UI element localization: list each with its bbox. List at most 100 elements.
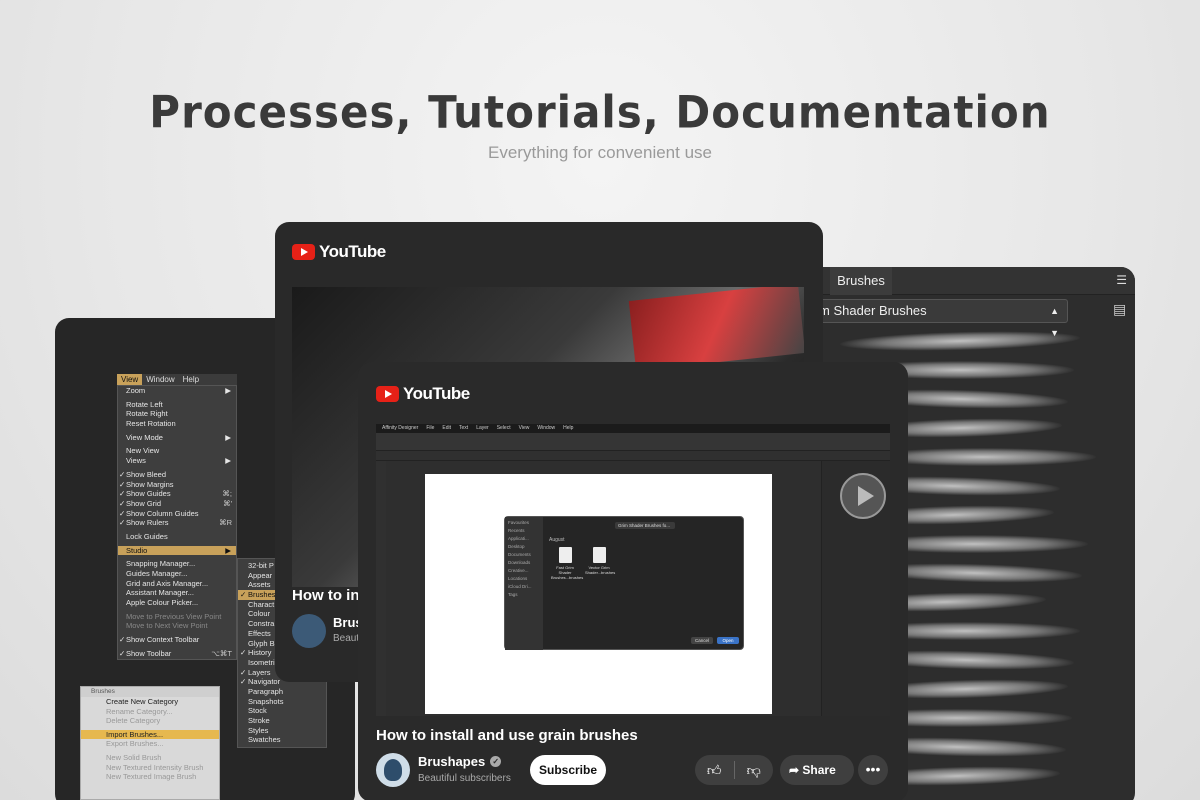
brushes-panel-tabs: Brushes ☰ — [790, 267, 1135, 295]
checkmark-icon: ✓ — [119, 469, 126, 479]
menu-item[interactable]: Create New Category — [81, 697, 219, 707]
avatar[interactable] — [376, 753, 410, 787]
menu-item[interactable]: Assistant Manager... — [118, 588, 236, 598]
checkmark-icon: ✓ — [119, 518, 126, 528]
menu-item[interactable]: New View — [118, 446, 236, 456]
share-button[interactable]: ➦ Share — [780, 755, 854, 785]
open-button: Open — [717, 637, 739, 644]
app-menu-item: Window — [537, 425, 556, 431]
submenu-item-label: Charact — [248, 599, 275, 609]
menu-item[interactable]: ✓ Show Bleed — [118, 470, 236, 480]
app-menu-item: Text — [459, 425, 469, 431]
menu-item[interactable]: Rotate Left — [118, 400, 236, 410]
dialog-sidebar-item: Documents — [508, 552, 531, 557]
like-dislike-group: 👍︎ 👎︎ — [695, 755, 773, 785]
tab-brushes[interactable]: Brushes — [830, 267, 892, 295]
submenu-item[interactable]: Paragraph — [238, 687, 326, 697]
open-file-dialog: Favourites Recents Applicati... Desktop Docu… — [504, 516, 744, 650]
submenu-item-label: Swatches — [248, 735, 281, 745]
subscriber-count: Beautiful subscribers — [418, 773, 511, 784]
brushes-context-menu: Brushes Create New Category Rename Catego… — [80, 686, 220, 800]
more-options-button[interactable]: ••• — [858, 755, 888, 785]
app-menu-item: Affinity Designer — [382, 425, 419, 431]
app-menubar: Affinity Designer File Edit Text Layer Select… — [376, 424, 890, 433]
menu-item[interactable]: ✓ Show Column Guides — [118, 509, 236, 519]
checkmark-icon: ✓ — [119, 508, 126, 518]
menu-item[interactable]: New Textured Intensity Brush — [81, 763, 219, 773]
menu-item[interactable]: Studio ▶ — [118, 545, 236, 556]
menu-item-label: Grid and Axis Manager... — [126, 578, 209, 588]
submenu-item[interactable]: Snapshots — [238, 697, 326, 707]
brush-category-select[interactable]: m Shader Brushes ▲▼ — [810, 299, 1068, 338]
hamburger-icon[interactable]: ☰ — [1116, 273, 1127, 287]
menu-item[interactable]: Lock Guides — [118, 532, 236, 542]
menu-item[interactable]: ✓ Show Toolbar ⌥⌘T — [118, 649, 236, 659]
menu-item[interactable]: Import Brushes... — [81, 729, 219, 740]
dialog-sidebar-item: Downloads — [508, 560, 531, 565]
menu-item[interactable]: Rename Category... — [81, 707, 219, 717]
menu-item[interactable]: Reset Rotation — [118, 419, 236, 429]
file-icon — [558, 547, 572, 563]
app-toolbar — [376, 433, 890, 451]
menu-item-label: Show Guides — [126, 489, 171, 499]
submenu-item[interactable]: Swatches — [238, 735, 326, 745]
checkmark-icon: ✓ — [240, 677, 247, 687]
hero-title: Processes, Tutorials, Documentation — [149, 86, 1051, 139]
submenu-item-label: Stroke — [248, 716, 270, 725]
video-title[interactable]: How to in — [292, 587, 360, 604]
menu-item[interactable]: ✓ Show Margins — [118, 480, 236, 490]
share-label: Share — [802, 763, 836, 777]
menu-item[interactable]: Zoom ▶ — [118, 386, 236, 396]
menu-item-label: Move to Previous View Point — [126, 611, 222, 621]
menu-item[interactable]: ✓ Show Grid ⌘' — [118, 499, 236, 509]
menu-item[interactable]: View Mode ▶ — [118, 433, 236, 443]
menu-item[interactable]: Move to Previous View Point — [118, 612, 236, 622]
menu-item-label: View Mode — [126, 432, 163, 442]
menu-shortcut: ⌘R — [219, 518, 232, 528]
file-name: Vector Grim Shader...brushes — [585, 565, 616, 575]
menu-item[interactable]: Grid and Axis Manager... — [118, 579, 236, 589]
menubar-view[interactable]: View — [117, 374, 143, 385]
menu-item[interactable]: ✓ Show Context Toolbar — [118, 635, 236, 645]
menu-item[interactable]: Guides Manager... — [118, 569, 236, 579]
submenu-item[interactable]: Stroke — [238, 716, 326, 726]
submenu-item[interactable]: Styles — [238, 726, 326, 736]
menu-item[interactable]: Rotate Right — [118, 409, 236, 419]
menu-item[interactable]: Delete Category — [81, 716, 219, 726]
channel-name[interactable]: Brushapes ✓ — [418, 754, 502, 769]
menubar-help[interactable]: Help — [179, 374, 203, 385]
video-title[interactable]: How to install and use grain brushes — [376, 727, 638, 744]
menu-item[interactable]: Export Brushes... — [81, 739, 219, 749]
menu-item[interactable]: Move to Next View Point — [118, 621, 236, 631]
subscribe-button[interactable]: Subscribe — [530, 755, 606, 785]
submenu-item[interactable]: Stock — [238, 706, 326, 716]
avatar[interactable] — [292, 614, 326, 648]
thumbs-up-icon[interactable]: 👍︎ — [695, 762, 734, 779]
youtube-logo: YouTube — [376, 384, 470, 404]
menu-item[interactable]: ✓ Show Guides ⌘; — [118, 489, 236, 499]
submenu-item-label: 32-bit P — [248, 561, 274, 570]
menu-item[interactable]: Apple Colour Picker... — [118, 598, 236, 608]
youtube-logo: YouTube — [292, 242, 386, 262]
youtube-play-icon — [376, 386, 399, 402]
video-thumbnail[interactable]: Affinity Designer File Edit Text Layer Select… — [376, 424, 890, 716]
checkmark-icon: ✓ — [119, 648, 126, 658]
menubar-window[interactable]: Window — [142, 374, 178, 385]
context-toolbar — [376, 451, 890, 461]
chevron-right-icon: ▶ — [225, 432, 231, 442]
menu-shortcut: ⌘; — [222, 489, 232, 499]
submenu-item-label: Stock — [248, 706, 267, 716]
menu-item[interactable]: New Textured Image Brush — [81, 772, 219, 782]
menu-item[interactable]: Views ▶ — [118, 456, 236, 466]
app-menu-item: Select — [496, 425, 511, 431]
brush-stroke-preview[interactable] — [839, 328, 1081, 354]
dialog-path: Grim Shader Brushes fo... — [615, 522, 675, 529]
dialog-sidebar: Favourites Recents Applicati... Desktop Docu… — [505, 517, 543, 650]
menu-item[interactable]: Snapping Manager... — [118, 559, 236, 569]
menu-item[interactable]: New Solid Brush — [81, 753, 219, 763]
checkmark-icon: ✓ — [119, 479, 126, 489]
thumbs-down-icon[interactable]: 👎︎ — [734, 762, 773, 779]
menu-item[interactable]: ✓ Show Rulers ⌘R — [118, 518, 236, 528]
menu-item-label: Guides Manager... — [126, 569, 188, 578]
list-icon[interactable]: ▤ — [1113, 301, 1126, 318]
